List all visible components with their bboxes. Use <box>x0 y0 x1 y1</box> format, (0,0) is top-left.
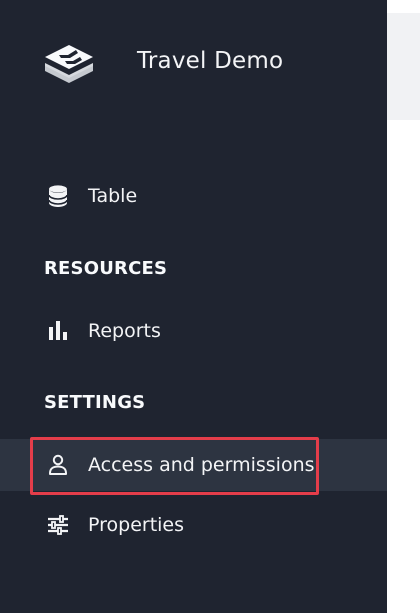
sidebar-item-properties[interactable]: Properties <box>0 499 387 551</box>
top-header-strip <box>387 0 420 13</box>
sidebar: Travel Demo Table RESOURCES Reports SETT… <box>0 0 387 613</box>
layered-logo-icon <box>45 45 93 83</box>
database-icon <box>46 184 70 208</box>
app-window: Travel Demo Table RESOURCES Reports SETT… <box>0 0 420 613</box>
main-content-area <box>387 120 420 613</box>
sidebar-item-table[interactable]: Table <box>0 170 387 222</box>
sidebar-item-label: Table <box>88 185 138 207</box>
sidebar-item-label: Properties <box>88 514 185 536</box>
app-title: Travel Demo <box>137 48 284 74</box>
sidebar-item-reports[interactable]: Reports <box>0 305 387 357</box>
bar-chart-icon <box>46 319 70 343</box>
sliders-icon <box>46 513 70 537</box>
sidebar-item-label: Reports <box>88 320 161 342</box>
main-header-area <box>387 13 420 120</box>
section-title-settings: SETTINGS <box>44 392 146 413</box>
brand[interactable]: Travel Demo <box>42 37 283 85</box>
section-title-resources: RESOURCES <box>44 258 168 279</box>
focus-highlight <box>30 437 319 495</box>
